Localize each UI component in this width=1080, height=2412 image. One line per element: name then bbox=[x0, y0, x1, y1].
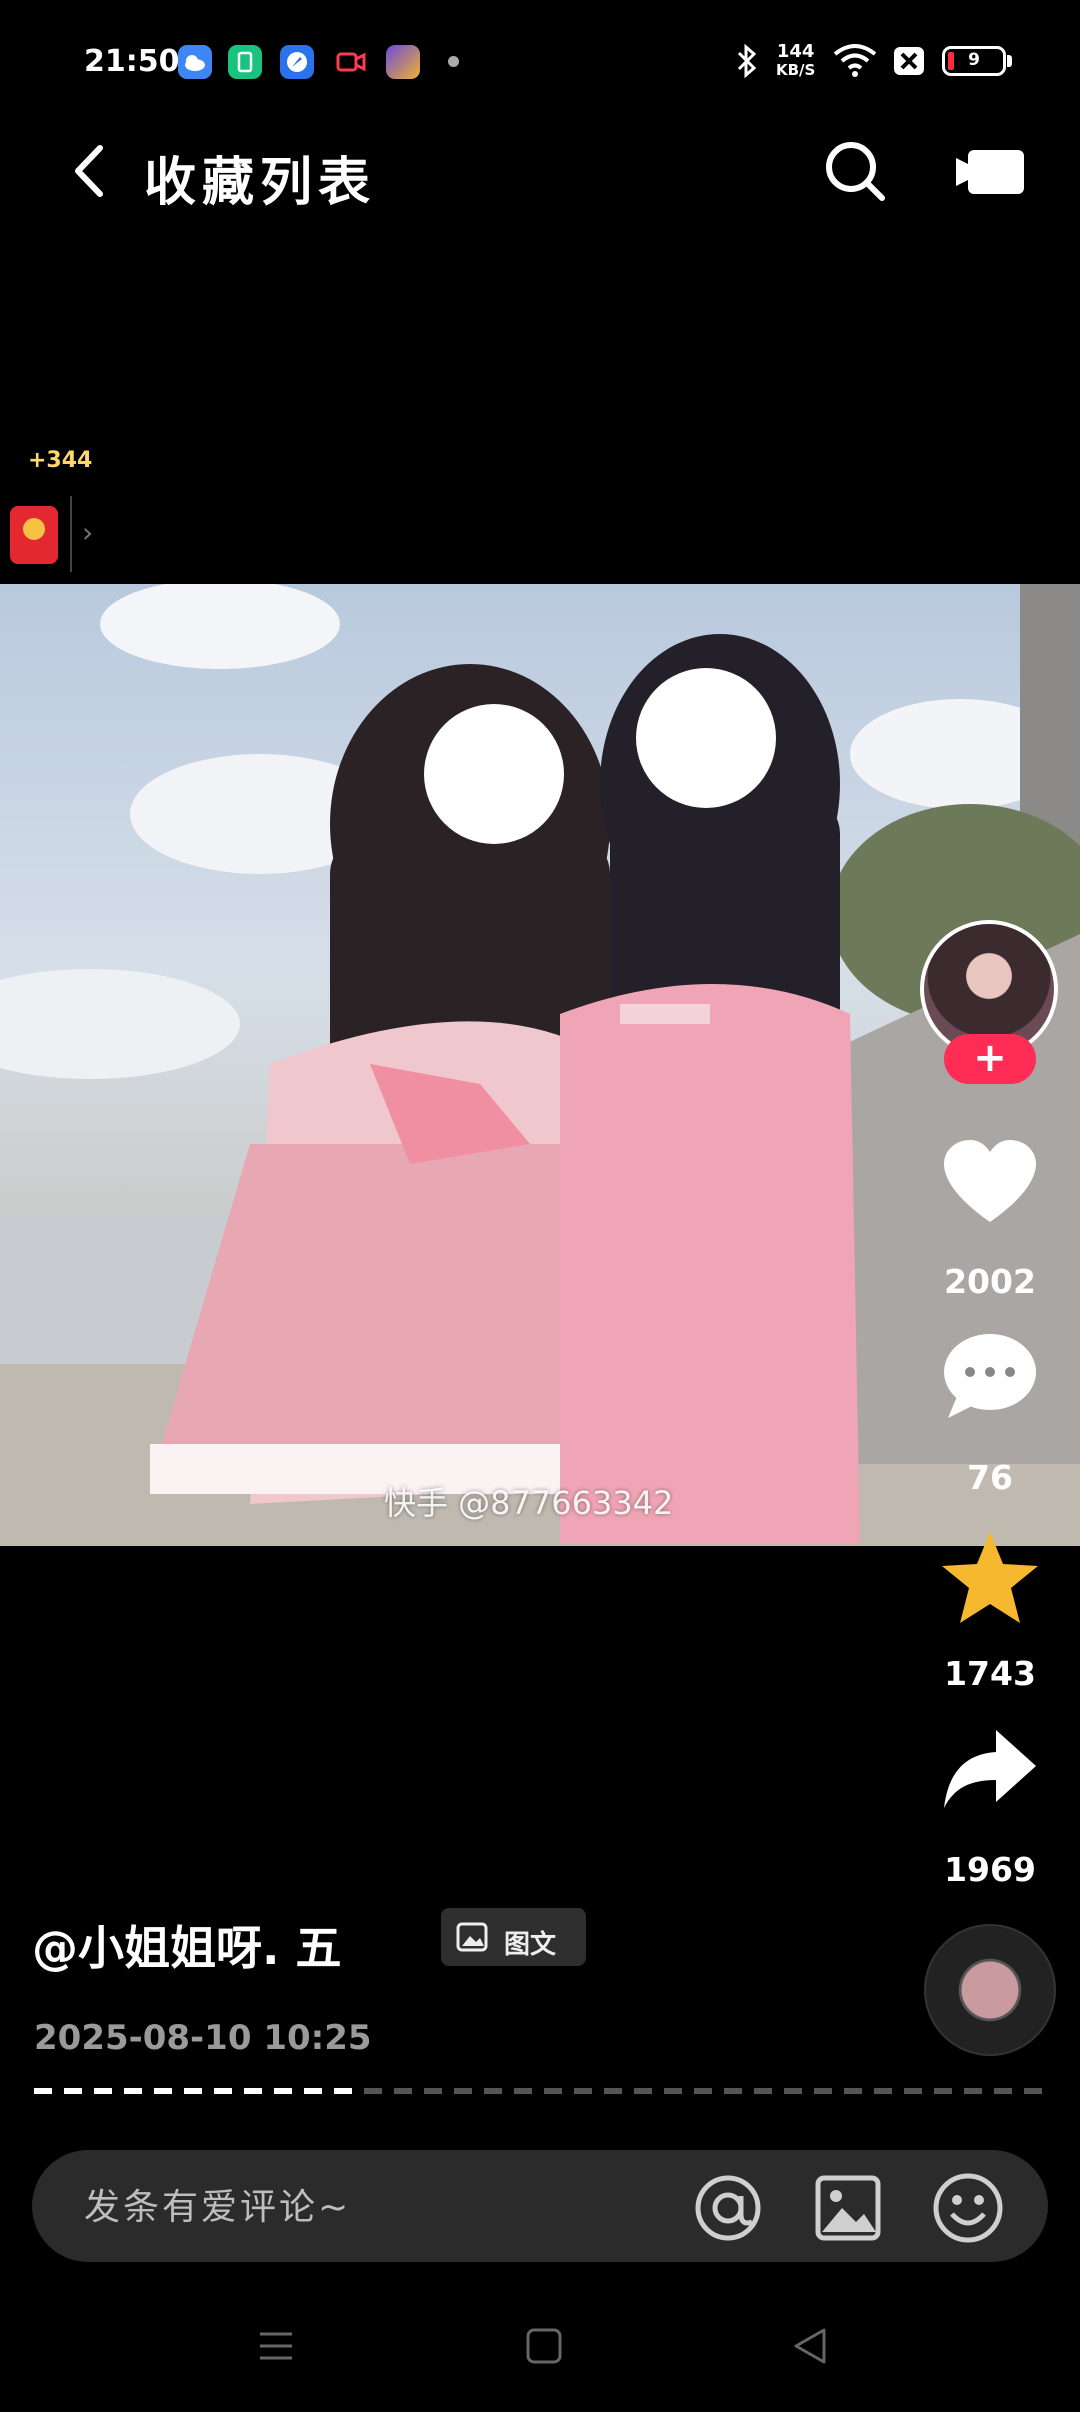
back-arrow-icon bbox=[75, 145, 103, 197]
battery-tip bbox=[1007, 55, 1012, 67]
photo-illustration bbox=[0, 584, 1080, 1546]
heart-icon bbox=[944, 1140, 1036, 1222]
like-button[interactable] bbox=[940, 1138, 1040, 1228]
emoji-button[interactable] bbox=[930, 2170, 1006, 2246]
page-title: 收藏列表 bbox=[144, 153, 377, 213]
battery-level: 9 bbox=[968, 50, 980, 70]
post-photo[interactable] bbox=[0, 584, 1080, 1546]
menu-icon bbox=[260, 2332, 292, 2360]
slideshow-progress bbox=[34, 2088, 1046, 2094]
search-button[interactable] bbox=[822, 138, 888, 204]
notification-dot bbox=[448, 56, 459, 67]
back-triangle-icon bbox=[794, 2328, 826, 2364]
comment-bar bbox=[32, 2150, 1048, 2264]
sim-off-icon bbox=[892, 45, 926, 77]
star-icon bbox=[942, 1532, 1038, 1623]
favorite-button[interactable] bbox=[938, 1528, 1042, 1628]
author-name[interactable]: @小姐姐呀. 五 bbox=[32, 1912, 342, 1978]
net-speed: 144 KB/S bbox=[776, 42, 815, 80]
back-button[interactable] bbox=[56, 136, 116, 206]
share-button[interactable] bbox=[940, 1726, 1040, 1816]
phone-manager-icon bbox=[228, 45, 262, 79]
wifi-icon bbox=[832, 42, 878, 78]
game-app-icon bbox=[386, 45, 420, 79]
search-icon bbox=[826, 142, 885, 201]
home-square-icon bbox=[526, 2328, 562, 2364]
comment-input[interactable] bbox=[82, 2150, 686, 2264]
net-speed-unit: KB/S bbox=[776, 61, 816, 79]
favorite-count: 1743 bbox=[944, 1654, 1036, 1693]
back-nav-button[interactable] bbox=[790, 2326, 830, 2366]
weather-app-icon bbox=[178, 45, 212, 79]
net-speed-value: 144 bbox=[776, 41, 815, 62]
share-count: 1969 bbox=[944, 1850, 1036, 1889]
status-time: 21:50 bbox=[84, 44, 180, 79]
share-arrow-icon bbox=[944, 1730, 1036, 1808]
widget-divider bbox=[70, 496, 72, 572]
comment-count: 76 bbox=[967, 1458, 1013, 1497]
bluetooth-icon bbox=[734, 42, 760, 80]
browser-icon bbox=[280, 45, 314, 79]
comment-button[interactable] bbox=[940, 1332, 1040, 1422]
image-text-icon bbox=[456, 1922, 488, 1952]
home-nav-button[interactable] bbox=[524, 2326, 564, 2366]
battery-icon: 9 bbox=[942, 46, 1006, 76]
smiley-icon bbox=[933, 2173, 1003, 2243]
menu-nav-button[interactable] bbox=[256, 2326, 296, 2366]
post-type-label: 图文 bbox=[504, 1930, 557, 1960]
image-button[interactable] bbox=[812, 2172, 884, 2244]
follow-button[interactable]: + bbox=[944, 1034, 1036, 1084]
chevron-right-icon[interactable]: › bbox=[82, 516, 93, 549]
photo-watermark: 快手 @877663342 bbox=[384, 1484, 674, 1522]
slideshow-progress-fill bbox=[34, 2088, 358, 2094]
screen-record-icon bbox=[336, 48, 366, 76]
comment-bubble-icon bbox=[944, 1334, 1036, 1418]
camera-icon bbox=[956, 150, 1024, 194]
at-sign-icon bbox=[695, 2175, 761, 2241]
post-timestamp: 2025-08-10 10:25 bbox=[34, 2018, 372, 2058]
mention-button[interactable] bbox=[690, 2170, 766, 2246]
camera-button[interactable] bbox=[954, 148, 1026, 198]
red-packet-seal bbox=[23, 518, 45, 540]
like-count: 2002 bbox=[944, 1262, 1036, 1301]
image-icon bbox=[815, 2175, 881, 2241]
music-disc[interactable] bbox=[924, 1924, 1056, 2056]
bonus-count: +344 bbox=[28, 448, 93, 473]
